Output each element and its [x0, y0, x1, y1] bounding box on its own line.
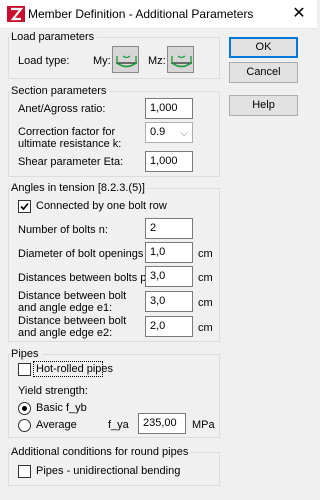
- mz-label: Mz:: [148, 55, 166, 67]
- shear-parameter-input[interactable]: 1,000: [145, 151, 193, 172]
- bolt-opening-diameter-input[interactable]: 1,0: [145, 242, 193, 263]
- hot-rolled-pipes-checkbox[interactable]: [18, 363, 31, 376]
- window-title: Member Definition - Additional Parameter…: [28, 7, 254, 21]
- number-of-bolts-input[interactable]: 2: [145, 218, 193, 239]
- bolt-distance-p1-input[interactable]: 3,0: [145, 266, 193, 287]
- correction-factor-value: 0.9: [150, 126, 166, 138]
- correction-factor-select[interactable]: 0.9 ⌵: [145, 122, 193, 143]
- load-parameters-legend: Load parameters: [11, 31, 98, 43]
- title-bar: Member Definition - Additional Parameter…: [0, 0, 317, 29]
- bolt-opening-diameter-label: Diameter of bolt openings: [18, 248, 144, 260]
- edge-distance-e1-label: Distance between bolt and angle edge e1:: [18, 290, 127, 314]
- help-button[interactable]: Help: [229, 95, 298, 116]
- ok-button[interactable]: OK: [229, 37, 298, 58]
- number-of-bolts-label: Number of bolts n:: [18, 224, 108, 236]
- my-load-type-button[interactable]: [112, 46, 139, 73]
- hot-rolled-pipes-label: Hot-rolled pipes: [36, 363, 114, 375]
- checkmark-icon: [20, 202, 29, 211]
- app-icon: [7, 6, 25, 22]
- edge-distance-e2-label: Distance between bolt and angle edge e2:: [18, 315, 127, 339]
- edge-distance-e2-input[interactable]: 2,0: [145, 316, 193, 337]
- mz-load-type-button[interactable]: [167, 46, 194, 73]
- load-type-label: Load type:: [18, 55, 70, 67]
- section-parameters-legend: Section parameters: [11, 85, 110, 97]
- basic-fyb-radio[interactable]: [18, 402, 31, 415]
- angles-in-tension-legend: Angles in tension [8.2.3.(5)]: [11, 182, 148, 194]
- e2-unit: cm: [198, 322, 213, 334]
- yield-strength-label: Yield strength:: [18, 385, 88, 397]
- average-label: Average: [36, 419, 77, 431]
- connected-one-bolt-row-checkbox[interactable]: [18, 200, 31, 213]
- cancel-button[interactable]: Cancel: [229, 62, 298, 83]
- average-radio[interactable]: [18, 419, 31, 432]
- moment-diagram-my-icon: [116, 55, 137, 68]
- p1-unit: cm: [198, 272, 213, 284]
- radio-selected-dot: [22, 406, 27, 411]
- unidirectional-bending-label: Pipes - unidirectional bending: [36, 465, 181, 477]
- round-pipes-legend: Additional conditions for round pipes: [11, 446, 192, 458]
- moment-diagram-mz-icon: [171, 55, 192, 68]
- anet-ratio-input[interactable]: 1,000: [145, 98, 193, 119]
- pipes-legend: Pipes: [11, 348, 42, 360]
- chevron-down-icon: ⌵: [180, 128, 188, 139]
- e1-unit: cm: [198, 297, 213, 309]
- connected-one-bolt-row-label: Connected by one bolt row: [36, 200, 167, 212]
- close-icon[interactable]: ✕: [287, 3, 311, 25]
- basic-fyb-label: Basic f_yb: [36, 402, 87, 414]
- fya-input[interactable]: 235,00: [138, 413, 186, 434]
- shear-parameter-label: Shear parameter Eta:: [18, 156, 124, 168]
- correction-factor-label: Correction factor for ultimate resistanc…: [18, 126, 122, 150]
- edge-distance-e1-input[interactable]: 3,0: [145, 291, 193, 312]
- anet-ratio-label: Anet/Agross ratio:: [18, 103, 106, 115]
- bolt-distance-p1-label: Distances between bolts p1:: [18, 272, 156, 284]
- unidirectional-bending-checkbox[interactable]: [18, 465, 31, 478]
- diameter-unit: cm: [198, 248, 213, 260]
- fya-unit: MPa: [192, 419, 215, 431]
- my-label: My:: [93, 55, 111, 67]
- fya-label: f_ya: [108, 419, 129, 431]
